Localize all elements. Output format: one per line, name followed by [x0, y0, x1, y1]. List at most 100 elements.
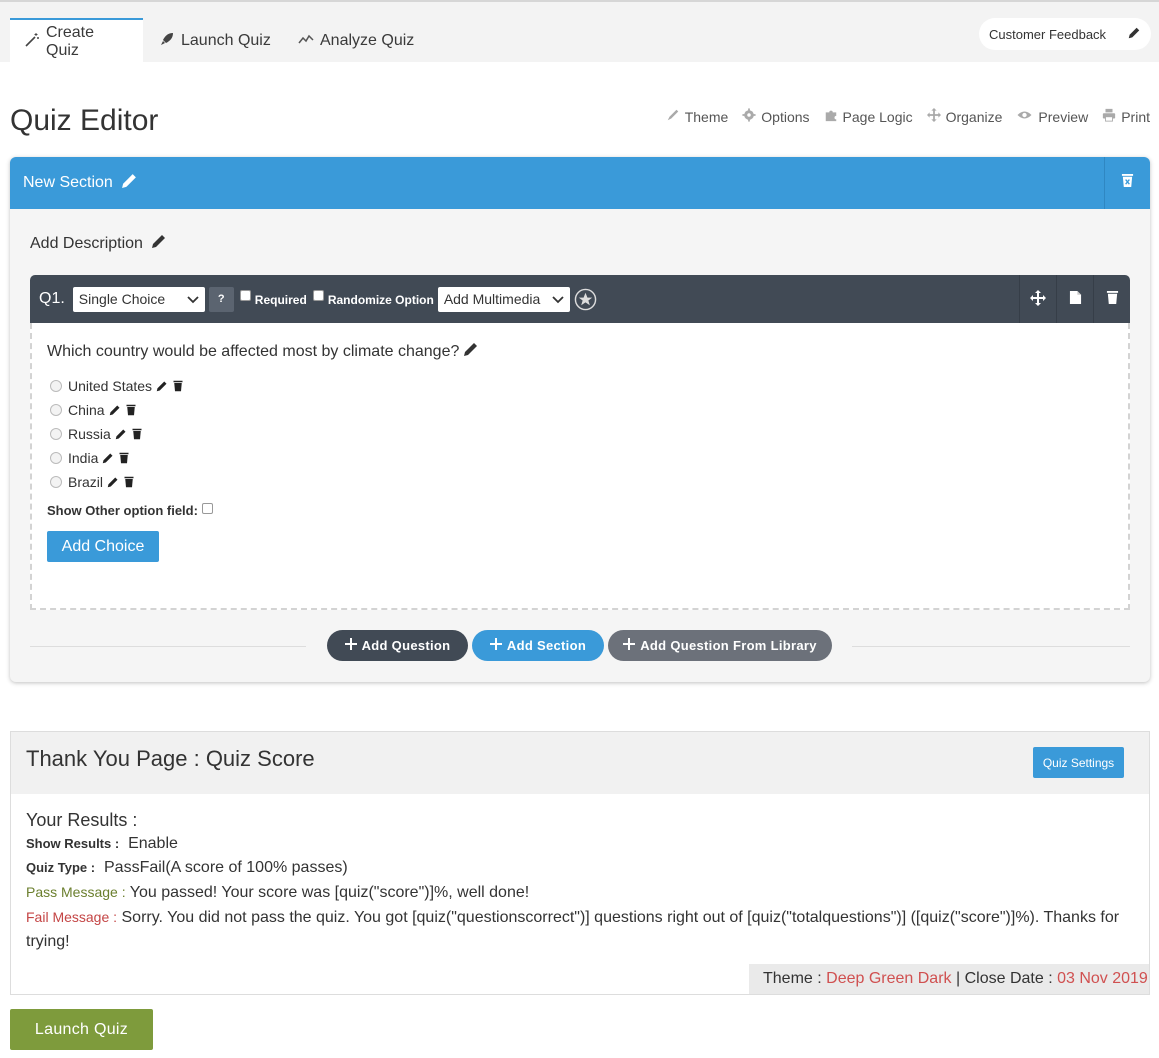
question-number: Q1. [39, 290, 65, 307]
divider [852, 646, 1130, 647]
page-logic-button[interactable]: Page Logic [824, 108, 913, 125]
show-results-value: Enable [128, 835, 178, 852]
quiz-type-value: PassFail(A score of 100% passes) [104, 859, 348, 876]
options-button[interactable]: Options [742, 108, 810, 125]
choice-label: China [68, 402, 105, 418]
delete-question-button[interactable] [1093, 275, 1130, 323]
choice-radio[interactable] [50, 476, 62, 488]
randomize-label: Randomize Option [327, 293, 434, 307]
choice-radio[interactable] [50, 404, 62, 416]
tab-create-quiz[interactable]: Create Quiz [10, 18, 143, 64]
add-choice-button[interactable]: Add Choice [47, 531, 159, 562]
trash-icon [1106, 290, 1119, 308]
add-question-button[interactable]: Add Question [327, 630, 468, 661]
add-from-library-button[interactable]: Add Question From Library [608, 630, 832, 661]
organize-button[interactable]: Organize [926, 108, 1003, 125]
pass-message-label: Pass Message : [26, 884, 126, 900]
required-toggle[interactable]: Required [239, 289, 307, 307]
question-header: Q1. Single Choice ? Required Randomize O… [30, 275, 1130, 323]
quiz-settings-button[interactable]: Quiz Settings [1033, 747, 1124, 778]
pencil-icon[interactable] [109, 404, 121, 416]
trash-icon[interactable] [125, 404, 137, 416]
results-heading: Your Results : [26, 810, 138, 830]
choice-radio[interactable] [50, 428, 62, 440]
preview-button[interactable]: Preview [1016, 108, 1088, 125]
puzzle-icon [824, 108, 838, 125]
description-label: Add Description [30, 234, 143, 252]
page-logic-label: Page Logic [842, 108, 913, 125]
move-icon [926, 108, 941, 125]
print-label: Print [1121, 108, 1150, 125]
add-description[interactable]: Add Description [30, 233, 167, 254]
fail-message-row: Fail Message : Sorry. You did not pass t… [26, 905, 1136, 954]
thank-you-panel: Thank You Page : Quiz Score Quiz Setting… [10, 731, 1150, 995]
choice-radio[interactable] [50, 452, 62, 464]
tab-label: Analyze Quiz [320, 32, 415, 49]
randomize-checkbox[interactable] [312, 289, 324, 301]
divider [30, 646, 306, 647]
choice-item: Brazil [50, 474, 135, 490]
plus-icon [344, 638, 357, 653]
plus-icon [489, 638, 502, 653]
show-other-checkbox[interactable] [201, 503, 213, 514]
tab-label: Create Quiz [46, 24, 95, 59]
multimedia-select[interactable]: Add Multimedia [437, 286, 570, 312]
page-title: Quiz Editor [10, 104, 159, 137]
star-circle-icon[interactable] [574, 288, 597, 311]
pencil-icon[interactable] [156, 380, 168, 392]
tab-label: Launch Quiz [181, 32, 271, 49]
chevron-down-icon [552, 291, 564, 307]
quiz-type-row: Quiz Type : PassFail(A score of 100% pas… [26, 856, 1136, 880]
choice-item: Russia [50, 426, 143, 442]
question-type-select[interactable]: Single Choice [72, 286, 205, 312]
chevron-down-icon [187, 291, 199, 307]
trash-icon[interactable] [131, 428, 143, 440]
customer-feedback-button[interactable]: Customer Feedback [979, 18, 1151, 50]
trash-icon[interactable] [123, 476, 135, 488]
tab-launch-quiz[interactable]: Launch Quiz [145, 18, 285, 64]
choice-item: United States [50, 378, 184, 394]
thank-you-title: Thank You Page : Quiz Score [26, 746, 315, 771]
trash-icon [1121, 173, 1134, 193]
organize-label: Organize [945, 108, 1003, 125]
move-question-button[interactable] [1019, 275, 1056, 323]
theme-label: Theme [684, 108, 729, 125]
pencil-icon[interactable] [115, 428, 127, 440]
top-tab-bar: Create Quiz Launch Quiz Analyze Quiz Cus… [0, 0, 1159, 64]
multimedia-value: Add Multimedia [443, 291, 541, 307]
line-chart-icon [298, 31, 314, 52]
add-from-library-label: Add Question From Library [640, 638, 817, 653]
choice-item: India [50, 450, 130, 466]
delete-section-button[interactable] [1104, 157, 1150, 209]
gear-icon [742, 108, 756, 125]
question-actions [1019, 275, 1130, 323]
theme-button[interactable]: Theme [666, 108, 729, 125]
add-section-label: Add Section [506, 638, 587, 653]
add-section-button[interactable]: Add Section [472, 630, 604, 661]
show-results-label: Show Results : [26, 836, 120, 851]
launch-quiz-button[interactable]: Launch Quiz [10, 1009, 153, 1050]
pass-message-value: You passed! Your score was [quiz("score"… [129, 884, 530, 901]
help-button[interactable]: ? [208, 286, 234, 312]
add-question-label: Add Question [361, 638, 451, 653]
copy-question-button[interactable] [1056, 275, 1093, 323]
pencil-icon[interactable] [102, 452, 114, 464]
printer-icon [1102, 108, 1116, 125]
theme-value: Deep Green Dark [826, 970, 952, 987]
tab-analyze-quiz[interactable]: Analyze Quiz [284, 18, 428, 64]
question-text[interactable]: Which country would be affected most by … [47, 341, 479, 362]
randomize-toggle[interactable]: Randomize Option [312, 289, 434, 307]
trash-icon[interactable] [118, 452, 130, 464]
thank-you-header: Thank You Page : Quiz Score Quiz Setting… [11, 732, 1149, 794]
pencil-icon[interactable] [121, 172, 138, 194]
choice-label: India [68, 450, 99, 466]
pencil-icon[interactable] [107, 476, 119, 488]
question-body: Which country would be affected most by … [30, 323, 1130, 610]
choice-radio[interactable] [50, 380, 62, 392]
fail-message-value: Sorry. You did not pass the quiz. You go… [26, 909, 1120, 950]
trash-icon[interactable] [172, 380, 184, 392]
print-button[interactable]: Print [1102, 108, 1150, 125]
choice-item: China [50, 402, 137, 418]
section-title[interactable]: New Section [23, 174, 113, 192]
required-checkbox[interactable] [239, 289, 251, 301]
